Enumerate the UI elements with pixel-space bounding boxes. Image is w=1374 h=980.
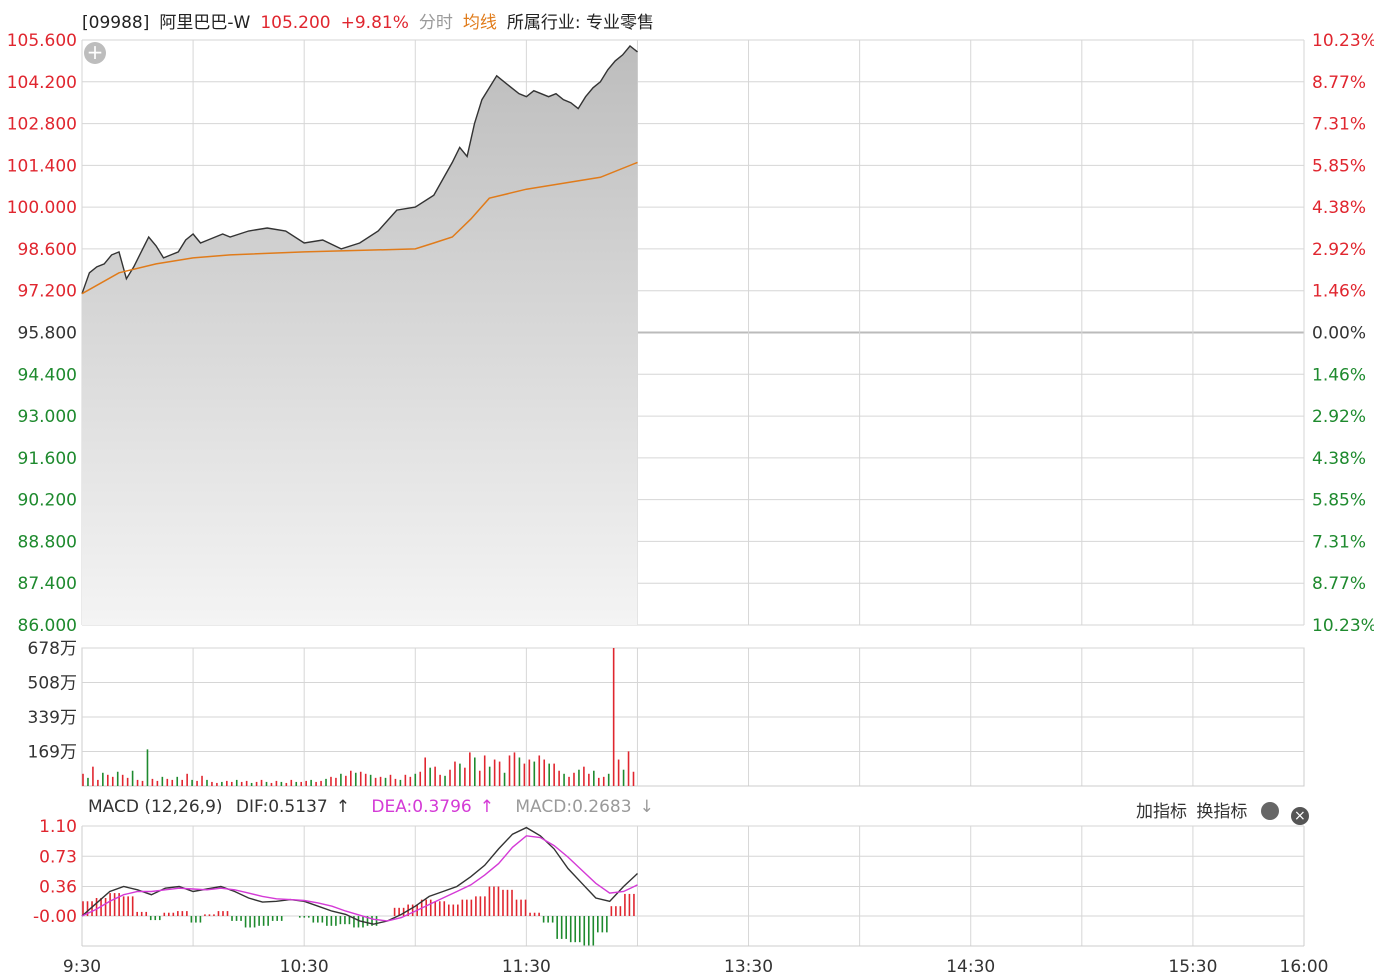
percent-tick-label: 1.46% (1312, 282, 1366, 302)
volume-tick-label: 508万 (28, 674, 77, 694)
percent-tick-label: 8.77% (1312, 574, 1366, 594)
price-tick-label: 88.800 (18, 532, 77, 552)
time-tick-label: 11:30 (502, 957, 551, 977)
percent-tick-label: 4.38% (1312, 198, 1366, 218)
price-tick-label: 104.200 (7, 73, 77, 93)
percent-tick-label: 8.77% (1312, 73, 1366, 93)
price-tick-label: 90.200 (18, 491, 77, 511)
price-tick-label: 86.000 (18, 616, 77, 636)
time-tick-label: 13:30 (724, 957, 773, 977)
macd-tick-label: 0.73 (39, 847, 77, 867)
percent-tick-label: 1.46% (1312, 365, 1366, 385)
time-tick-label: 9:30 (63, 957, 101, 977)
price-tick-label: 95.800 (18, 324, 77, 344)
volume-tick-label: 169万 (28, 743, 77, 763)
time-tick-label: 15:30 (1168, 957, 1217, 977)
macd-tick-label: 0.36 (39, 878, 77, 898)
percent-tick-label: 7.31% (1312, 115, 1366, 135)
intraday-chart: 105.600 10.23% 104.200 8.77% 102.800 7.31% 101… (7, 31, 1374, 977)
percent-tick-label: 5.85% (1312, 156, 1366, 176)
percent-tick-label: 4.38% (1312, 449, 1366, 469)
price-tick-label: 102.800 (7, 115, 77, 135)
price-tick-label: 94.400 (18, 365, 77, 385)
time-tick-label: 10:30 (280, 957, 329, 977)
price-tick-label: 91.600 (18, 449, 77, 469)
price-tick-label: 100.000 (7, 198, 77, 218)
macd-dif-line (81, 826, 638, 925)
volume-tick-label: 678万 (28, 639, 77, 659)
price-tick-label: 93.000 (18, 407, 77, 427)
price-area (82, 46, 638, 625)
percent-tick-label: 7.31% (1312, 532, 1366, 552)
time-tick-label: 16:00 (1280, 957, 1329, 977)
macd-tick-label: -0.00 (33, 907, 77, 927)
percent-tick-label: 10.23% (1312, 31, 1374, 51)
price-tick-label: 101.400 (7, 156, 77, 176)
price-tick-label: 97.200 (18, 282, 77, 302)
percent-tick-label: 0.00% (1312, 324, 1366, 344)
percent-tick-label: 2.92% (1312, 240, 1366, 260)
price-tick-label: 105.600 (7, 31, 77, 51)
volume-tick-label: 339万 (28, 708, 77, 728)
percent-tick-label: 2.92% (1312, 407, 1366, 427)
time-tick-label: 14:30 (946, 957, 995, 977)
price-tick-label: 87.400 (18, 574, 77, 594)
macd-tick-label: 1.10 (39, 817, 77, 837)
percent-tick-label: 5.85% (1312, 491, 1366, 511)
price-tick-label: 98.600 (18, 240, 77, 260)
percent-tick-label: 10.23% (1312, 616, 1374, 636)
